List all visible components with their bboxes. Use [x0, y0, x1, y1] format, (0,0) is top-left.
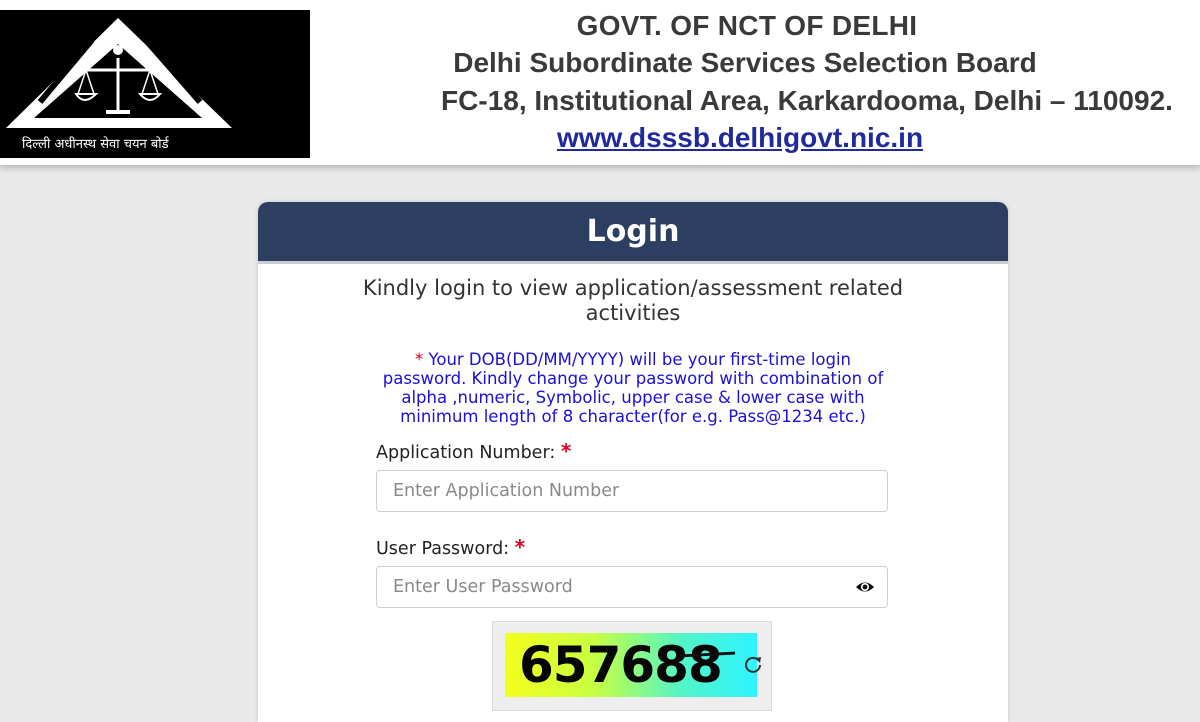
- captcha-image: 657688: [505, 633, 757, 697]
- login-form: Application Number: * Enter Application …: [376, 438, 888, 608]
- application-number-input[interactable]: Enter Application Number: [376, 470, 888, 512]
- captcha-box: 657688: [492, 621, 772, 711]
- password-placeholder: Enter User Password: [393, 577, 573, 597]
- application-number-placeholder: Enter Application Number: [393, 481, 620, 501]
- board-name: Delhi Subordinate Services Selection Boa…: [453, 47, 1037, 78]
- login-subtitle: Kindly login to view application/assessm…: [362, 276, 904, 325]
- website-link[interactable]: www.dsssb.delhigovt.nic.in: [280, 120, 1200, 156]
- application-number-label: Application Number: *: [376, 439, 572, 463]
- board-address: FC-18, Institutional Area, Karkardooma, …: [441, 85, 1173, 116]
- eye-icon[interactable]: [855, 578, 875, 596]
- scales-of-justice-icon: दिल्ली अधीनस्थ सेवा चयन बोर्ड: [0, 10, 310, 158]
- note-star: *: [414, 350, 424, 369]
- login-card: Login Kindly login to view application/a…: [258, 202, 1008, 722]
- password-note: * Your DOB(DD/MM/YYYY) will be your firs…: [373, 350, 893, 426]
- govt-title: GOVT. OF NCT OF DELHI: [576, 10, 918, 41]
- password-input[interactable]: Enter User Password: [376, 566, 888, 608]
- captcha-text: 657688: [519, 636, 723, 694]
- refresh-icon[interactable]: [743, 654, 763, 674]
- svg-text:दिल्ली अधीनस्थ सेवा चयन बोर्ड: दिल्ली अधीनस्थ सेवा चयन बोर्ड: [22, 136, 170, 152]
- header-title-block: GOVT. OF NCT OF DELHI Delhi Subordinate …: [330, 8, 1200, 156]
- login-title: Login: [258, 202, 1008, 264]
- required-mark: *: [514, 535, 526, 559]
- required-mark: *: [560, 439, 572, 463]
- site-header: दिल्ली अधीनस्थ सेवा चयन बोर्ड GOVT. OF N…: [0, 0, 1200, 165]
- note-text: Your DOB(DD/MM/YYYY) will be your first-…: [382, 350, 884, 426]
- password-label: User Password: *: [376, 535, 526, 559]
- dsssb-logo: दिल्ली अधीनस्थ सेवा चयन बोर्ड: [0, 10, 310, 158]
